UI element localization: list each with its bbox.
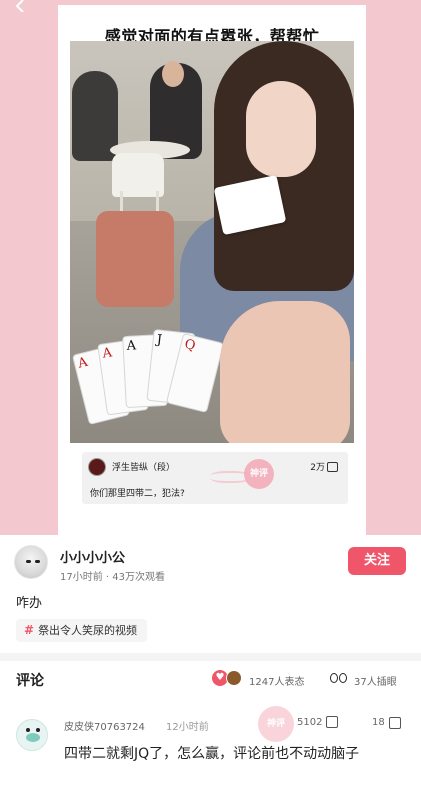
view-count: 43万次观看 bbox=[112, 572, 166, 583]
avatar-eye bbox=[26, 728, 30, 732]
avatar-snout bbox=[26, 733, 40, 742]
comment-stamp: 神评 bbox=[258, 706, 294, 742]
author-meta: 17小时前 · 43万次观看 bbox=[60, 568, 165, 583]
overlay-comment-likes: 2万 bbox=[310, 460, 338, 473]
eyes-icon[interactable] bbox=[330, 671, 350, 685]
follow-button[interactable]: 关注 bbox=[348, 547, 406, 575]
topic-tag[interactable]: # 祭出令人笑尿的视频 bbox=[16, 619, 148, 642]
commenter-avatar[interactable] bbox=[16, 719, 48, 751]
comment-dislike-count: 18 bbox=[372, 717, 385, 728]
thumbs-up-icon[interactable] bbox=[326, 716, 338, 728]
comment-text: 四带二就剩JQ了，怎么赢，评论前也不动动脑子 bbox=[64, 746, 360, 762]
eye-left bbox=[330, 673, 338, 683]
stamp-badge: 神评 bbox=[244, 459, 274, 489]
avatar-eye bbox=[36, 728, 40, 732]
avatar-eye bbox=[35, 560, 40, 563]
topic-label: 祭出令人笑尿的视频 bbox=[38, 624, 138, 637]
comment-like-count: 5102 bbox=[297, 717, 323, 728]
avatar-eye bbox=[26, 560, 31, 563]
commenter-name[interactable]: 皮皮侠70763724 bbox=[64, 718, 145, 733]
stamp: 神评 bbox=[210, 457, 286, 499]
front-hand bbox=[220, 301, 350, 443]
insert-count[interactable]: 37人插眼 bbox=[354, 673, 397, 688]
ottoman bbox=[96, 211, 174, 307]
eye-right bbox=[339, 673, 347, 683]
post-text: 咋办 bbox=[16, 596, 43, 611]
author-avatar[interactable] bbox=[14, 545, 48, 579]
meta-separator: · bbox=[105, 572, 110, 583]
video-frame: 感觉对面的有点嚣张，帮帮忙 A A A J Q 浮生皆纵（段） 你们那里四带二，… bbox=[58, 5, 366, 535]
girl-face bbox=[246, 81, 316, 177]
hashtag-icon: # bbox=[24, 623, 35, 637]
reactions-icons[interactable]: ♥ bbox=[212, 669, 246, 687]
video-photo: A A A J Q bbox=[70, 41, 354, 443]
overlay-like-count: 2万 bbox=[310, 463, 325, 473]
avatar bbox=[88, 458, 106, 476]
overlay-comment-user: 浮生皆纵（段） bbox=[112, 463, 176, 473]
author-name[interactable]: 小小小小公 bbox=[60, 547, 125, 566]
poop-icon bbox=[226, 670, 242, 686]
overlay-comment-text: 你们那里四带二，犯法? bbox=[90, 489, 185, 499]
thumbs-down-icon[interactable] bbox=[389, 717, 401, 729]
thumbs-up-icon bbox=[327, 462, 338, 472]
reaction-count[interactable]: 1247人表态 bbox=[249, 673, 304, 688]
background-face bbox=[162, 61, 184, 87]
comments-title: 评论 bbox=[16, 673, 44, 689]
post-time: 17小时前 bbox=[60, 572, 103, 583]
back-arrow-icon[interactable] bbox=[14, 0, 34, 18]
comment-time: 12小时前 bbox=[166, 722, 209, 733]
video-media[interactable]: 感觉对面的有点嚣张，帮帮忙 A A A J Q 浮生皆纵（段） 你们那里四带二，… bbox=[0, 0, 421, 535]
section-divider bbox=[0, 653, 421, 661]
